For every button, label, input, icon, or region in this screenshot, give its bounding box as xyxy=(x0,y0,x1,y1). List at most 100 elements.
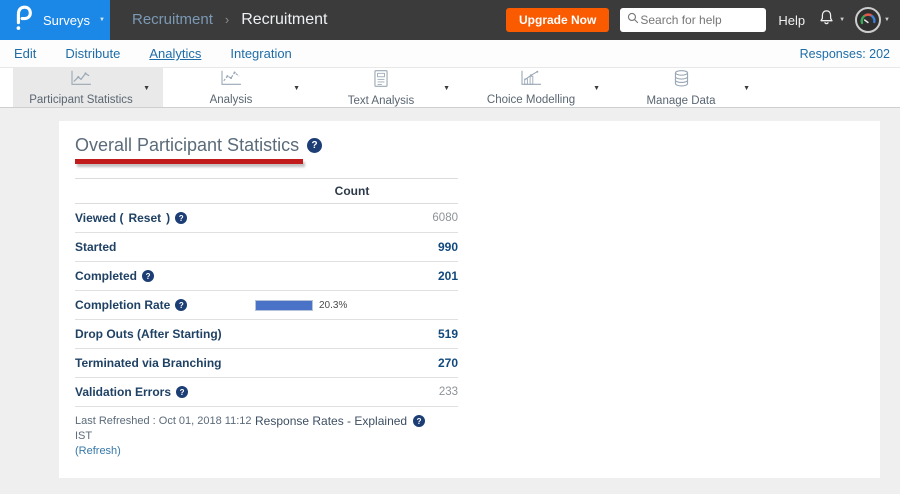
row-label: Completed? xyxy=(75,269,155,283)
analytics-toolbar: Participant Statistics ▼ Analysis ▼ Text… xyxy=(0,67,900,108)
tab-manage-data[interactable]: Manage Data ▼ xyxy=(613,68,763,107)
survey-nav: Edit Distribute Analytics Integration Re… xyxy=(0,40,900,67)
response-rates-explained-link[interactable]: Response Rates - Explained xyxy=(255,414,407,428)
product-menu[interactable]: Surveys ▼ xyxy=(0,0,110,40)
tab-label: Choice Modelling xyxy=(486,94,576,106)
bar-trend-icon xyxy=(519,69,557,92)
chevron-down-icon[interactable]: ▼ xyxy=(143,85,150,92)
nav-item-edit[interactable]: Edit xyxy=(14,46,36,61)
nav-item-integration[interactable]: Integration xyxy=(230,46,291,61)
row-label: Terminated via Branching xyxy=(75,356,221,370)
bell-icon xyxy=(817,8,836,33)
breadcrumb: Recruitment › Recruitment xyxy=(132,11,327,29)
row-label-text: Viewed ( xyxy=(75,211,124,225)
table-row: Validation Errors? 233 xyxy=(75,378,458,407)
search-icon xyxy=(626,11,640,30)
responses-count[interactable]: Responses: 202 xyxy=(800,47,890,61)
breadcrumb-separator: › xyxy=(224,12,230,27)
row-label-text: Terminated via Branching xyxy=(75,356,222,370)
tab-analysis[interactable]: Analysis ▼ xyxy=(163,68,313,107)
avatar xyxy=(855,7,882,33)
count-value: 201 xyxy=(437,269,458,283)
red-underline-annotation xyxy=(75,159,303,164)
upgrade-now-button[interactable]: Upgrade Now xyxy=(506,8,610,32)
breadcrumb-current: Recruitment xyxy=(241,11,328,28)
table-row: Drop Outs (After Starting) 519 xyxy=(75,320,458,349)
row-label: Completion Rate? xyxy=(75,298,188,312)
help-search[interactable] xyxy=(620,8,767,32)
row-value: 990 xyxy=(246,240,458,254)
reset-link[interactable]: Reset xyxy=(128,211,161,225)
tab-label: Participant Statistics xyxy=(29,94,133,106)
tab-participant-statistics[interactable]: Participant Statistics ▼ xyxy=(13,68,163,107)
tab-label: Analysis xyxy=(209,94,253,106)
count-value: 519 xyxy=(437,327,458,341)
tab-text-analysis[interactable]: Text Analysis ▼ xyxy=(313,68,463,107)
chevron-down-icon: ▼ xyxy=(884,17,890,23)
row-value: 201 xyxy=(246,269,458,283)
table-row: Completed? 201 xyxy=(75,262,458,291)
row-label: Validation Errors? xyxy=(75,385,189,399)
row-label: Drop Outs (After Starting) xyxy=(75,327,222,341)
help-link[interactable]: Help xyxy=(778,13,805,28)
refresh-link[interactable]: (Refresh) xyxy=(75,444,255,459)
help-icon[interactable]: ? xyxy=(142,270,155,282)
chevron-down-icon[interactable]: ▼ xyxy=(443,85,450,92)
count-value: 270 xyxy=(437,356,458,370)
top-header: Surveys ▼ Recruitment › Recruitment Upgr… xyxy=(0,0,900,40)
questionpro-logo-icon xyxy=(12,4,34,37)
row-label-text: Completed xyxy=(75,269,138,283)
help-icon[interactable]: ? xyxy=(176,386,189,398)
table-header-row: Count xyxy=(75,178,458,204)
help-icon[interactable]: ? xyxy=(175,299,188,311)
trend-chart-icon xyxy=(219,69,257,92)
row-label-text: Validation Errors xyxy=(75,385,172,399)
row-value: 20.3% xyxy=(246,299,458,311)
count-value: 233 xyxy=(438,386,458,398)
count-column-header: Count xyxy=(334,184,370,198)
help-icon[interactable]: ? xyxy=(175,212,188,224)
count-value: 990 xyxy=(437,240,458,254)
row-label: Viewed ( Reset )? xyxy=(75,211,188,225)
completion-rate-value: 20.3% xyxy=(319,299,348,311)
breadcrumb-parent[interactable]: Recruitment xyxy=(132,11,213,28)
chevron-down-icon[interactable]: ▼ xyxy=(293,85,300,92)
product-menu-label: Surveys xyxy=(43,12,90,28)
nav-item-analytics[interactable]: Analytics xyxy=(149,46,201,61)
search-input[interactable] xyxy=(640,13,751,27)
line-chart-icon xyxy=(69,69,107,92)
account-menu[interactable]: ▼ xyxy=(855,7,890,33)
tab-choice-modelling[interactable]: Choice Modelling ▼ xyxy=(463,68,613,107)
document-icon xyxy=(372,69,404,93)
database-icon xyxy=(672,69,705,93)
chevron-down-icon: ▼ xyxy=(98,17,105,23)
row-value: 519 xyxy=(246,327,458,341)
row-label-text: Drop Outs (After Starting) xyxy=(75,327,222,341)
table-row: Viewed ( Reset )? 6080 xyxy=(75,204,458,233)
table-row: Terminated via Branching 270 xyxy=(75,349,458,378)
participant-statistics-table: Count Viewed ( Reset )? 6080 Started 990 Com… xyxy=(75,178,458,407)
row-value: 6080 xyxy=(246,212,458,224)
table-row: Completion Rate? 20.3% xyxy=(75,291,458,320)
chevron-down-icon: ▼ xyxy=(839,17,846,23)
tab-label: Text Analysis xyxy=(347,94,415,107)
table-footer: Last Refreshed : Oct 01, 2018 11:12 IST … xyxy=(75,414,426,459)
chevron-down-icon[interactable]: ▼ xyxy=(743,85,750,92)
table-row: Started 990 xyxy=(75,233,458,262)
row-value: 270 xyxy=(246,356,458,370)
chevron-down-icon[interactable]: ▼ xyxy=(593,85,600,92)
row-label-text: Completion Rate xyxy=(75,298,171,312)
nav-item-distribute[interactable]: Distribute xyxy=(65,46,120,61)
row-value: 233 xyxy=(246,386,458,398)
row-label-text: Started xyxy=(75,240,117,254)
row-label: Started xyxy=(75,240,116,254)
content-panel: Overall Participant Statistics ? Count V… xyxy=(59,121,880,478)
help-icon[interactable]: ? xyxy=(307,138,323,153)
tab-label: Manage Data xyxy=(646,94,716,107)
notifications-menu[interactable]: ▼ xyxy=(817,8,845,33)
row-label-text: ) xyxy=(166,211,171,225)
completion-rate-bar xyxy=(255,299,313,311)
help-icon[interactable]: ? xyxy=(413,415,426,427)
count-value: 6080 xyxy=(432,212,458,224)
page-title: Overall Participant Statistics xyxy=(75,135,300,155)
